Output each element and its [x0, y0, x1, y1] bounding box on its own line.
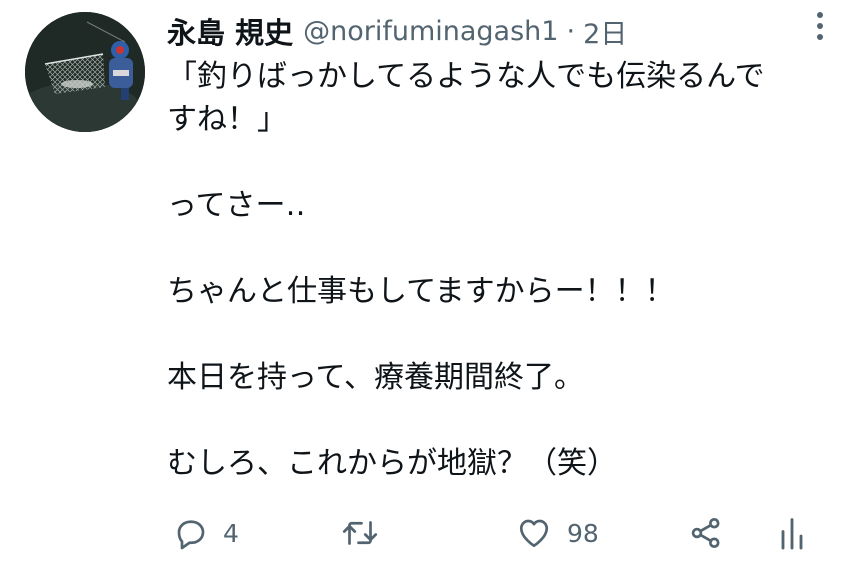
- avatar[interactable]: [25, 12, 145, 132]
- like-count: 98: [567, 518, 599, 548]
- separator-dot: ·: [566, 15, 576, 47]
- tweet[interactable]: 永島 規史 @norifuminagash1 · 2日 「釣りばっかしてるような…: [0, 0, 862, 575]
- tweet-line: 「釣りばっかしてるような人でも伝染るんで: [167, 59, 765, 94]
- tweet-line: むしろ、これからが地獄？（笑）: [167, 446, 617, 481]
- retweet-button[interactable]: [340, 510, 394, 556]
- analytics-button[interactable]: [777, 510, 807, 556]
- share-icon: [691, 518, 720, 548]
- action-bar: 4 98: [167, 510, 832, 556]
- avatar-photo: [25, 12, 145, 132]
- more-vertical-icon[interactable]: [810, 12, 830, 46]
- timestamp[interactable]: 2日: [583, 12, 627, 51]
- reply-icon: [177, 520, 205, 550]
- tweet-text: 「釣りばっかしてるような人でも伝染るんで すね！」 ってさー‥ ちゃんと仕事もし…: [167, 55, 832, 485]
- reply-count: 4: [223, 518, 239, 548]
- analytics-icon: [781, 518, 803, 550]
- tweet-line: 本日を持って、療養期間終了。: [167, 360, 584, 395]
- user-handle[interactable]: @norifuminagash1: [303, 16, 558, 47]
- heart-icon: [519, 519, 549, 548]
- tweet-line: ってさー‥: [167, 188, 306, 223]
- retweet-icon: [342, 521, 378, 545]
- tweet-header: 永島 規史 @norifuminagash1 · 2日: [167, 10, 627, 52]
- reply-button[interactable]: 4: [173, 510, 239, 556]
- display-name[interactable]: 永島 規史: [167, 10, 293, 52]
- tweet-line: すね！」: [167, 102, 287, 137]
- like-button[interactable]: 98: [515, 510, 599, 556]
- tweet-line: ちゃんと仕事もしてますからー！！！: [167, 274, 675, 309]
- share-button[interactable]: [687, 510, 725, 556]
